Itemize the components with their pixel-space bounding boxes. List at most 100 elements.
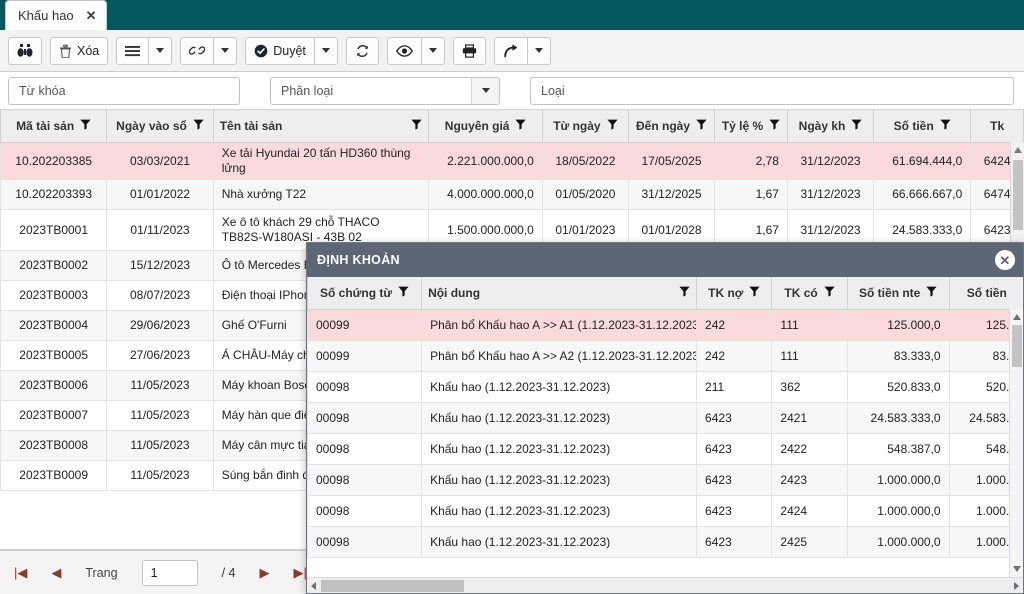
filter-icon[interactable] bbox=[411, 119, 423, 133]
entries-column-header-2[interactable]: TK nợ bbox=[696, 277, 773, 310]
filter-icon[interactable] bbox=[193, 119, 204, 133]
page-number-input[interactable]: 1 bbox=[141, 559, 198, 586]
entries-column-header-4[interactable]: Số tiền nte bbox=[846, 277, 950, 310]
delete-button[interactable]: Xóa bbox=[50, 36, 109, 65]
list-item[interactable]: 00098 Khấu hao (1.12.2023-31.12.2023) 6423… bbox=[307, 433, 1023, 465]
approve-button[interactable]: Duyệt bbox=[245, 36, 314, 65]
column-label: Số tiền nte bbox=[859, 285, 921, 300]
list-item[interactable]: 00098 Khấu hao (1.12.2023-31.12.2023) 6423… bbox=[307, 464, 1023, 496]
list-menu-button[interactable] bbox=[116, 36, 149, 65]
asset-column-header-3[interactable]: Nguyên giá bbox=[428, 110, 543, 143]
list-menu-dropdown[interactable] bbox=[148, 36, 173, 65]
list-item[interactable]: 00098 Khấu hao (1.12.2023-31.12.2023) 211 3… bbox=[307, 371, 1023, 403]
list-item[interactable]: 00098 Khấu hao (1.12.2023-31.12.2023) 6423… bbox=[307, 495, 1023, 527]
list-item[interactable]: 00098 Khấu hao (1.12.2023-31.12.2023) 6423… bbox=[307, 402, 1023, 434]
table-cell: 2,78 bbox=[714, 142, 788, 180]
filter-icon[interactable] bbox=[398, 286, 409, 300]
table-cell: 2023TB0005 bbox=[0, 340, 108, 371]
filter-icon[interactable] bbox=[940, 119, 951, 133]
keyword-input[interactable]: Từ khóa bbox=[8, 76, 240, 105]
export-dropdown[interactable] bbox=[526, 36, 551, 65]
modal-vertical-scrollbar[interactable] bbox=[1009, 309, 1023, 577]
asset-column-header-0[interactable]: Mã tài sản bbox=[0, 110, 108, 143]
asset-table-head: Mã tài sản Ngày vào sổ Tên tài sản Nguyên g… bbox=[0, 110, 1024, 143]
asset-column-header-6[interactable]: Tỷ lệ % bbox=[714, 110, 788, 143]
scroll-thumb-horizontal[interactable] bbox=[321, 580, 464, 592]
asset-column-header-7[interactable]: Ngày kh bbox=[786, 110, 875, 143]
asset-column-header-5[interactable]: Đến ngày bbox=[627, 110, 716, 143]
list-item[interactable]: 00099 Phân bổ Khấu hao A >> A2 (1.12.2023… bbox=[307, 340, 1023, 372]
export-button[interactable] bbox=[493, 36, 527, 65]
prev-page-button[interactable]: ◀ bbox=[51, 565, 61, 581]
view-dropdown[interactable] bbox=[420, 36, 445, 65]
table-cell: 111 bbox=[771, 340, 848, 372]
filter-icon[interactable] bbox=[926, 286, 937, 300]
table-cell: 2023TB0006 bbox=[0, 370, 108, 401]
column-label: Tỷ lệ % bbox=[721, 118, 764, 133]
trash-icon bbox=[59, 44, 72, 58]
scroll-right-icon[interactable] bbox=[1014, 582, 1019, 590]
scroll-up-icon[interactable] bbox=[1014, 147, 1022, 153]
entries-column-header-0[interactable]: Số chứng từ bbox=[307, 277, 423, 310]
table-cell: 11/05/2023 bbox=[106, 460, 214, 491]
category-select[interactable]: Phân loại bbox=[270, 76, 500, 105]
filter-icon[interactable] bbox=[679, 286, 690, 300]
scroll-thumb[interactable] bbox=[1012, 325, 1022, 367]
entries-column-header-5[interactable]: Số tiền bbox=[948, 277, 1023, 310]
filter-icon[interactable] bbox=[824, 286, 835, 300]
toolbar-group-search bbox=[8, 36, 42, 65]
table-cell: 520.833,0 bbox=[846, 371, 950, 403]
list-item[interactable]: 00098 Khấu hao (1.12.2023-31.12.2023) 6423… bbox=[307, 526, 1023, 558]
table-cell: Xe tải Hyundai 20 tấn HD360 thùng lửng bbox=[212, 142, 430, 180]
filter-icon[interactable] bbox=[769, 119, 780, 133]
toolbar-group-export bbox=[493, 36, 551, 65]
print-button[interactable] bbox=[452, 36, 486, 65]
type-input[interactable]: Loại bbox=[530, 76, 1014, 105]
scroll-down-icon[interactable] bbox=[1013, 566, 1021, 572]
list-item[interactable]: 00099 Phân bổ Khấu hao A >> A1 (1.12.2023… bbox=[307, 309, 1023, 341]
table-cell: 2421 bbox=[771, 402, 848, 434]
chevron-down-icon[interactable] bbox=[471, 77, 499, 104]
table-cell: Khấu hao (1.12.2023-31.12.2023) bbox=[421, 402, 698, 434]
scroll-left-icon[interactable] bbox=[311, 582, 316, 590]
asset-column-header-1[interactable]: Ngày vào sổ bbox=[106, 110, 214, 143]
tab-khau-hao[interactable]: Khấu hao ✕ bbox=[5, 0, 107, 30]
refresh-button[interactable] bbox=[345, 36, 379, 65]
filter-icon[interactable] bbox=[606, 119, 618, 133]
close-icon[interactable]: ✕ bbox=[995, 250, 1015, 270]
table-row[interactable]: 10.202203393 01/01/2022 Nhà xưởng T22 4.000… bbox=[0, 179, 1024, 210]
filter-icon[interactable] bbox=[749, 286, 760, 300]
chevron-down-icon bbox=[534, 48, 543, 53]
asset-column-header-9[interactable]: Tk bbox=[970, 110, 1024, 143]
asset-column-header-4[interactable]: Từ ngày bbox=[541, 110, 629, 143]
filter-icon[interactable] bbox=[515, 119, 527, 133]
table-cell: 01/05/2020 bbox=[541, 179, 629, 210]
filter-icon[interactable] bbox=[696, 119, 707, 133]
search-records-button[interactable] bbox=[8, 36, 42, 65]
filter-icon[interactable] bbox=[80, 119, 91, 133]
last-page-button[interactable]: ▶| bbox=[293, 565, 306, 581]
table-cell: 00098 bbox=[307, 464, 423, 496]
modal-horizontal-scrollbar[interactable] bbox=[307, 577, 1023, 593]
table-cell: 6423 bbox=[696, 495, 773, 527]
entries-column-header-3[interactable]: TK có bbox=[771, 277, 848, 310]
printer-icon bbox=[462, 43, 477, 58]
approve-dropdown[interactable] bbox=[313, 36, 338, 65]
entries-column-header-1[interactable]: Nội dung bbox=[421, 277, 698, 310]
scroll-thumb[interactable] bbox=[1013, 160, 1023, 230]
scroll-up-icon[interactable] bbox=[1013, 314, 1021, 320]
attach-link-dropdown[interactable] bbox=[213, 36, 238, 65]
table-cell: 2425 bbox=[771, 526, 848, 558]
first-page-button[interactable]: |◀ bbox=[14, 565, 27, 581]
asset-column-header-2[interactable]: Tên tài sản bbox=[212, 110, 430, 143]
view-button[interactable] bbox=[386, 36, 421, 65]
table-cell: 00098 bbox=[307, 402, 423, 434]
next-page-button[interactable]: ▶ bbox=[259, 565, 269, 581]
attach-link-button[interactable] bbox=[180, 36, 214, 65]
filter-icon[interactable] bbox=[851, 119, 862, 133]
table-row[interactable]: 10.202203385 03/03/2021 Xe tải Hyundai 20 … bbox=[0, 142, 1024, 180]
table-cell: 11/05/2023 bbox=[106, 430, 214, 461]
table-cell: 2423 bbox=[771, 464, 848, 496]
asset-column-header-8[interactable]: Số tiền bbox=[873, 110, 972, 143]
close-icon[interactable]: ✕ bbox=[86, 9, 97, 22]
